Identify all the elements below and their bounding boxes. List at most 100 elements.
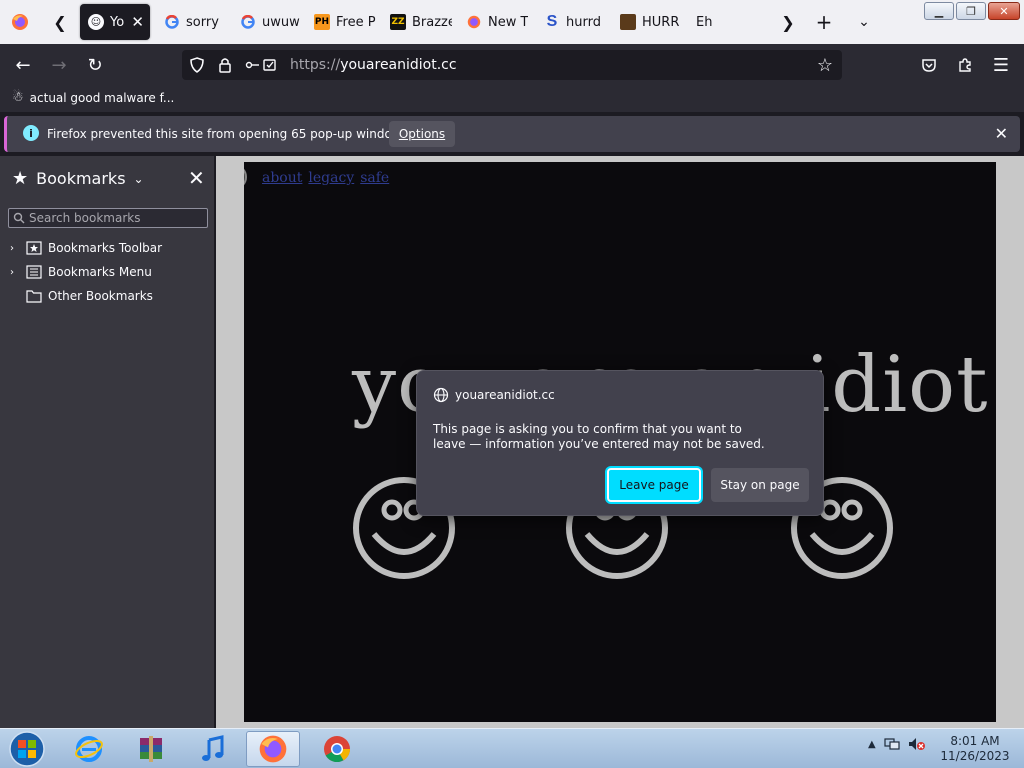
tab-title: HURR: [642, 14, 680, 30]
permissions-icon[interactable]: [244, 56, 278, 74]
notification-text: Firefox prevented this site from opening…: [47, 127, 412, 141]
pocket-icon: [922, 59, 936, 72]
pocket-button[interactable]: [916, 52, 942, 78]
close-icon[interactable]: ✕: [995, 124, 1008, 143]
back-button[interactable]: ←: [10, 52, 36, 78]
options-button[interactable]: Options: [389, 121, 455, 147]
s-icon: S: [546, 13, 558, 30]
close-window-button[interactable]: ✕: [988, 2, 1020, 20]
search-icon: [13, 212, 25, 224]
zz-icon: ZZ: [390, 14, 406, 30]
menu-button[interactable]: ☰: [988, 52, 1014, 78]
tree-item-bookmarks-toolbar[interactable]: › Bookmarks Toolbar: [10, 238, 162, 258]
bookmarks-toolbar: ☃ actual good malware f...: [0, 86, 1024, 112]
popup-blocked-notification: i Firefox prevented this site from openi…: [4, 116, 1020, 152]
tab-scroll-right-button[interactable]: ❯: [776, 10, 800, 34]
page-links: about legacy safe: [262, 170, 389, 186]
list-all-tabs-button[interactable]: ⌄: [852, 10, 876, 34]
winrar-taskbar-button[interactable]: [124, 731, 178, 767]
about-link[interactable]: about: [262, 170, 302, 186]
safe-link[interactable]: safe: [360, 170, 389, 186]
tab-scroll-left-button[interactable]: ❮: [48, 10, 72, 34]
speaker-icon: [244, 168, 247, 186]
chevron-right-icon: ›: [10, 242, 14, 254]
tab-brazzers[interactable]: ZZ Brazze: [382, 4, 452, 40]
tab-hurrd[interactable]: S hurrd: [536, 4, 606, 40]
tab-title: hurrd: [566, 14, 601, 30]
tab-strip: ❮ ☺ You ✕ sorry uwuw PH Free P ZZ Brazze: [0, 0, 1024, 44]
tab-title: uwuw: [262, 14, 300, 30]
bookmark-label: actual good malware f...: [29, 90, 175, 105]
chevron-left-icon: ❮: [53, 12, 67, 32]
close-icon[interactable]: ✕: [131, 13, 144, 31]
close-icon: ✕: [999, 4, 1009, 18]
chevron-down-icon: ⌄: [133, 171, 144, 186]
tab-free[interactable]: PH Free P: [306, 4, 376, 40]
tree-item-bookmarks-menu[interactable]: › Bookmarks Menu: [10, 262, 152, 282]
tab-new[interactable]: New T: [458, 4, 528, 40]
sidebar-switcher[interactable]: ★ Bookmarks ⌄: [12, 168, 144, 189]
tab-title: Free P: [336, 14, 376, 30]
tab-uwuw[interactable]: uwuw: [232, 4, 300, 40]
search-bookmarks[interactable]: [8, 208, 208, 228]
firefox-view-button[interactable]: [8, 10, 32, 34]
tab-sorry[interactable]: sorry: [156, 4, 226, 40]
restore-button[interactable]: ❐: [956, 2, 986, 20]
extensions-button[interactable]: [952, 52, 978, 78]
search-input[interactable]: [29, 211, 199, 225]
nav-bar: ← → ↻ https://youareanidiot.cc ☆ ☰: [0, 44, 1024, 86]
url-host: youareanidiot.cc: [340, 57, 457, 73]
clock[interactable]: 8:01 AM 11/26/2023: [940, 734, 1010, 764]
lock-icon[interactable]: [216, 56, 234, 74]
bookmarks-sidebar: ★ Bookmarks ⌄ ✕ › Bookmarks Toolbar › Bo…: [0, 156, 215, 728]
ie-icon: [75, 736, 103, 762]
stay-on-page-button[interactable]: Stay on page: [711, 468, 809, 502]
chevron-right-icon: ›: [10, 266, 14, 278]
music-note-icon: [202, 735, 224, 761]
close-icon[interactable]: ✕: [188, 166, 205, 190]
tree-item-label: Bookmarks Toolbar: [48, 241, 163, 255]
restore-icon: ❐: [966, 4, 976, 18]
firefox-icon: [12, 14, 28, 30]
tab-hurr[interactable]: HURR: [612, 4, 682, 40]
tab-eh[interactable]: Eh: [688, 4, 758, 40]
new-tab-button[interactable]: +: [812, 10, 836, 34]
legacy-link[interactable]: legacy: [308, 170, 354, 186]
start-button[interactable]: [6, 729, 48, 768]
bookmark-favicon-icon: ☃: [12, 90, 24, 105]
tab-title: You: [110, 14, 125, 30]
tree-item-other-bookmarks[interactable]: Other Bookmarks: [10, 286, 153, 306]
url-text[interactable]: https://youareanidiot.cc: [290, 57, 457, 73]
ph-icon: PH: [314, 14, 330, 30]
dialog-origin: youareanidiot.cc: [455, 388, 555, 402]
tracking-protection-icon[interactable]: [188, 56, 206, 74]
toolbar-folder-icon: [26, 241, 42, 255]
bookmark-star-icon[interactable]: ☆: [816, 55, 834, 76]
bookmark-item[interactable]: ☃ actual good malware f...: [12, 90, 174, 105]
star-icon: ★: [12, 168, 29, 189]
network-icon[interactable]: [884, 737, 900, 751]
volume-muted-icon[interactable]: [908, 737, 926, 751]
archive-icon: [140, 736, 162, 762]
forward-button[interactable]: →: [46, 52, 72, 78]
folder-icon: [26, 290, 42, 303]
minimize-icon: ▁: [934, 4, 944, 18]
smiley-icon: ☺: [88, 14, 104, 30]
internet-explorer-taskbar-button[interactable]: [62, 731, 116, 767]
dialog-header: youareanidiot.cc: [433, 387, 555, 403]
window-controls: ▁ ❐ ✕: [924, 2, 1020, 20]
firefox-icon: [259, 735, 287, 763]
minimize-button[interactable]: ▁: [924, 2, 954, 20]
music-taskbar-button[interactable]: [186, 731, 240, 767]
tab-youareanidiot[interactable]: ☺ You ✕: [80, 4, 150, 40]
reload-button[interactable]: ↻: [82, 52, 108, 78]
tab-title: New T: [488, 14, 528, 30]
menu-folder-icon: [26, 265, 42, 279]
show-hidden-icons-button[interactable]: ▲: [868, 739, 876, 750]
firefox-taskbar-button[interactable]: [246, 731, 300, 767]
chrome-taskbar-button[interactable]: [310, 731, 364, 767]
tab-title: sorry: [186, 14, 219, 30]
tree-item-label: Other Bookmarks: [48, 289, 153, 303]
url-bar[interactable]: https://youareanidiot.cc ☆: [182, 50, 842, 80]
leave-page-button[interactable]: Leave page: [607, 468, 701, 502]
